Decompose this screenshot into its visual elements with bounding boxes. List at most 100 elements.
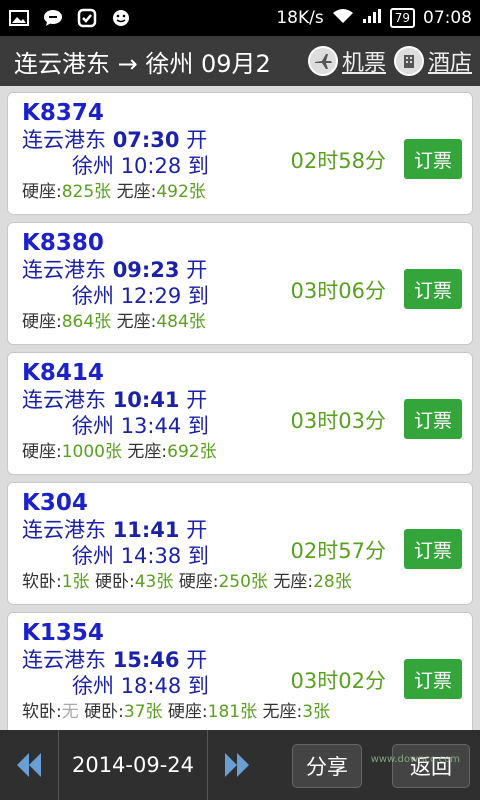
book-button[interactable]: 订票 [404,529,462,569]
seat-type: 硬座: [22,312,62,332]
depart-time: 09:23 [112,258,180,282]
seat-availability: 硬座:825张 无座:492张 [22,179,462,205]
train-number: K1354 [22,620,104,646]
from-station: 连云港东 [22,388,106,412]
depart-suffix: 开 [186,648,208,672]
clock: 07:08 [423,8,472,28]
arrive-suffix: 到 [187,544,209,568]
previous-day-button[interactable] [0,730,58,800]
flight-label[interactable]: 机票 [342,45,386,77]
train-card[interactable]: K8374 连云港东 07:30 开 徐州 10:28 到 硬座:825张 无座… [7,92,473,215]
signal-icon [362,8,382,29]
train-number: K8380 [22,230,104,256]
seat-count: 250张 [218,572,268,592]
depart-suffix: 开 [186,258,208,282]
depart-suffix: 开 [186,388,208,412]
book-button[interactable]: 订票 [404,139,462,179]
depart-time: 11:41 [112,518,180,542]
seat-type: 软卧: [22,702,62,722]
depart-time: 07:30 [112,128,180,152]
train-number: K8374 [22,100,104,126]
to-station: 徐州 [72,414,114,438]
arrival-line: 徐州 18:48 到 [22,673,462,699]
seat-count: 1000张 [61,442,122,462]
train-card[interactable]: K304 连云港东 11:41 开 徐州 14:38 到 软卧:1张 硬卧:43… [7,482,473,605]
seat-type: 无座: [127,442,168,462]
share-button[interactable]: 分享 [292,744,362,788]
arrive-suffix: 到 [187,674,209,698]
double-left-arrow-icon [17,753,41,777]
hotel-link[interactable]: 酒店 [393,45,472,77]
wifi-icon [332,8,354,29]
arrive-suffix: 到 [187,284,209,308]
airplane-icon [307,46,338,76]
to-station: 徐州 [72,284,114,308]
seat-type: 硬座: [22,442,62,462]
seat-count: 3张 [302,702,331,722]
seat-availability: 硬座:1000张 无座:692张 [22,439,462,465]
network-speed: 18K/s [276,8,324,28]
seat-availability: 硬座:864张 无座:484张 [22,309,462,335]
book-button[interactable]: 订票 [404,269,462,309]
departure-line: 连云港东 15:46 开 [22,647,462,673]
seat-count: 692张 [167,442,217,462]
seat-count: 无 [61,702,79,722]
depart-suffix: 开 [186,128,208,152]
train-card[interactable]: K1354 连云港东 15:46 开 徐州 18:48 到 软卧:无 硬卧:37… [7,612,473,730]
arrive-suffix: 到 [187,154,209,178]
seat-count: 28张 [313,572,352,592]
smiley-icon [110,8,132,28]
to-station: 徐州 [72,154,114,178]
seat-type: 硬座: [178,572,219,592]
title-bar: 连云港东 → 徐州 09月2 机票 酒店 [0,36,480,86]
from-station: 连云港东 [22,518,106,542]
flight-link[interactable]: 机票 [307,45,386,77]
seat-type: 无座: [116,182,157,202]
departure-line: 连云港东 10:41 开 [22,387,462,413]
from-station: 连云港东 [22,128,106,152]
book-button[interactable]: 订票 [404,399,462,439]
arrive-time: 10:28 [120,154,182,178]
departure-line: 连云港东 09:23 开 [22,257,462,283]
scan-icon [76,8,98,28]
depart-time: 10:41 [112,388,180,412]
seat-count: 37张 [123,702,163,722]
seat-type: 硬卧: [94,572,135,592]
seat-type: 无座: [116,312,157,332]
back-button[interactable]: 返回 [392,744,470,788]
seat-count: 43张 [134,572,174,592]
seat-type: 硬卧: [84,702,124,722]
next-day-button[interactable] [208,730,266,800]
seat-count: 825张 [61,182,112,202]
arrive-suffix: 到 [187,414,209,438]
travel-duration: 02时58分 [290,149,386,173]
depart-time: 15:46 [112,648,180,672]
seat-availability: 软卧:1张 硬卧:43张 硬座:250张 无座:28张 [22,569,462,595]
image-icon [8,8,30,28]
train-card[interactable]: K8414 连云港东 10:41 开 徐州 13:44 到 硬座:1000张 无… [7,352,473,475]
train-list[interactable]: K8374 连云港东 07:30 开 徐州 10:28 到 硬座:825张 无座… [0,86,480,730]
depart-suffix: 开 [186,518,208,542]
arrive-time: 18:48 [120,674,182,698]
seat-count: 1张 [61,572,90,592]
arrive-time: 13:44 [120,414,182,438]
arrival-line: 徐州 10:28 到 [22,153,462,179]
travel-date[interactable]: 2014-09-24 [58,730,208,800]
seat-type: 无座: [262,702,303,722]
route-title: 连云港东 → 徐州 09月2 [14,49,271,78]
hotel-icon [393,46,424,76]
travel-duration: 03时02分 [290,669,386,693]
train-number: K304 [22,490,88,516]
chat-icon [42,8,64,28]
seat-count: 492张 [156,182,206,202]
seat-type: 软卧: [22,572,62,592]
to-station: 徐州 [72,674,114,698]
seat-availability: 软卧:无 硬卧:37张 硬座:181张 无座:3张 [22,699,462,725]
travel-duration: 03时06分 [290,279,386,303]
book-button[interactable]: 订票 [404,659,462,699]
seat-type: 无座: [273,572,314,592]
train-card[interactable]: K8380 连云港东 09:23 开 徐州 12:29 到 硬座:864张 无座… [7,222,473,345]
to-station: 徐州 [72,544,114,568]
hotel-label[interactable]: 酒店 [428,45,472,77]
seat-type: 硬座: [167,702,208,722]
